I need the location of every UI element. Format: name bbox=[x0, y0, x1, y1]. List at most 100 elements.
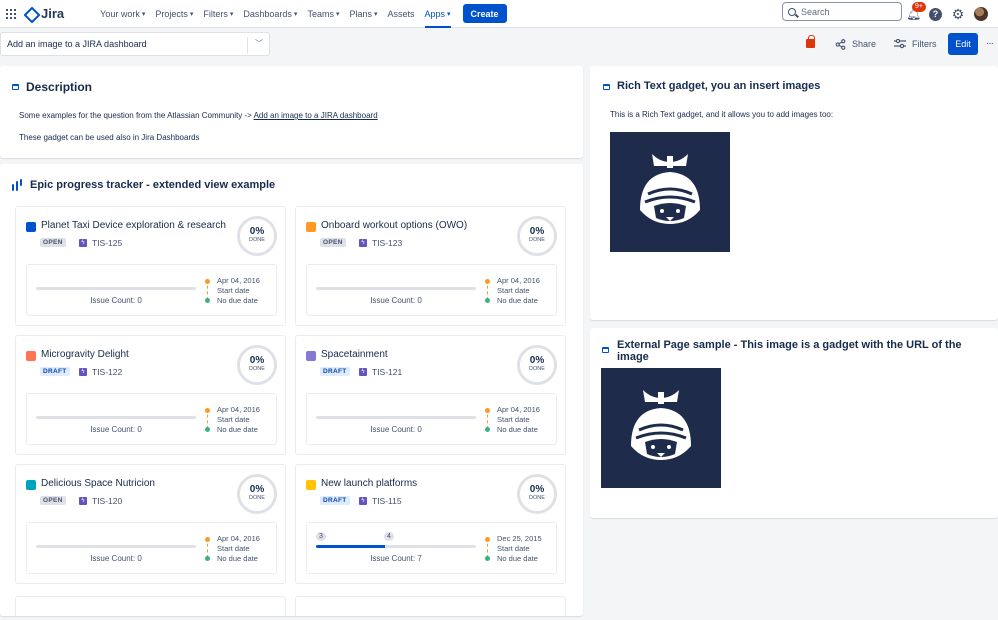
gadget-title: Rich Text gadget, you an insert images bbox=[617, 80, 821, 92]
nav-teams[interactable]: Teams ▾ bbox=[307, 0, 339, 28]
issue-count: Issue Count: 0 bbox=[90, 296, 142, 305]
progress-bar bbox=[36, 545, 196, 548]
nav-assets[interactable]: Assets bbox=[388, 0, 415, 28]
issue-count: Issue Count: 0 bbox=[90, 425, 142, 434]
epic-name[interactable]: Onboard workout options (OWO) bbox=[321, 220, 467, 231]
ticket-key[interactable]: TIS-125 bbox=[92, 238, 122, 248]
logo-text: Jira bbox=[41, 6, 65, 21]
epic-details: 3 4 Issue Count: 7 Dec 25, 2015 Start date No… bbox=[306, 522, 557, 574]
filters-label: Filters bbox=[912, 39, 937, 49]
epic-name[interactable]: Delicious Space Nutricion bbox=[41, 478, 155, 489]
start-dot bbox=[205, 408, 210, 413]
filters-button[interactable]: Filters bbox=[888, 33, 944, 55]
share-icon bbox=[835, 38, 846, 50]
status-badge: DRAFT bbox=[320, 367, 350, 376]
dashboard-name: Add an image to a JIRA dashboard bbox=[7, 39, 147, 49]
nav-projects[interactable]: Projects ▾ bbox=[155, 0, 193, 28]
status-badge: OPEN bbox=[40, 496, 66, 505]
epic-card[interactable]: New launch platforms DRAFT ϟ TIS-115 0% DONE 3… bbox=[295, 464, 566, 584]
start-dot bbox=[205, 279, 210, 284]
external-page-gadget: External Page sample - This image is a g… bbox=[590, 328, 998, 518]
progress-ring: 0% DONE bbox=[237, 345, 277, 385]
epic-card[interactable]: Microgravity Delight DRAFT ϟ TIS-122 0% DONE I… bbox=[15, 335, 286, 455]
community-link[interactable]: Add an image to a JIRA dashboard bbox=[254, 111, 378, 120]
start-date-value: Apr 04, 2016 bbox=[497, 276, 540, 285]
epic-color-swatch bbox=[306, 222, 316, 232]
dashboard-selector[interactable]: Add an image to a JIRA dashboard ﹀ bbox=[0, 32, 270, 56]
nav-dashboards[interactable]: Dashboards ▾ bbox=[243, 0, 297, 28]
status-badge: DRAFT bbox=[320, 496, 350, 505]
epic-card[interactable]: Spacetainment DRAFT ϟ TIS-121 0% DONE Issue Co… bbox=[295, 335, 566, 455]
progress-fill bbox=[316, 545, 385, 548]
epic-card[interactable]: Onboard workout options (OWO) OPEN ϟ TIS-12… bbox=[295, 206, 566, 326]
help-icon[interactable]: ? bbox=[929, 7, 942, 21]
create-button[interactable]: Create bbox=[462, 4, 507, 23]
status-badge: OPEN bbox=[40, 238, 66, 247]
ticket-key[interactable]: TIS-121 bbox=[372, 367, 402, 377]
percent-done: 0% bbox=[529, 355, 545, 366]
gear-icon[interactable]: ⚙︎ bbox=[951, 7, 965, 21]
chevron-down-icon: ﹀ bbox=[255, 39, 263, 48]
divider bbox=[247, 37, 248, 53]
share-button[interactable]: Share bbox=[829, 33, 884, 55]
epic-name[interactable]: Spacetainment bbox=[321, 349, 388, 360]
epic-icon: ϟ bbox=[359, 497, 367, 505]
ticket-key[interactable]: TIS-115 bbox=[372, 496, 402, 506]
nav-filters[interactable]: Filters ▾ bbox=[203, 0, 233, 28]
done-label: DONE bbox=[529, 366, 545, 372]
start-date-value: Apr 04, 2016 bbox=[497, 405, 540, 414]
start-date-label: Start date bbox=[217, 286, 250, 295]
progress-bar bbox=[316, 416, 476, 419]
start-date-value: Apr 04, 2016 bbox=[217, 534, 260, 543]
notification-badge: 9+ bbox=[912, 2, 926, 12]
due-dot bbox=[485, 556, 490, 561]
due-dot bbox=[485, 298, 490, 303]
samurai-image bbox=[610, 132, 730, 252]
progress-bar bbox=[316, 545, 476, 548]
search-placeholder: Search bbox=[801, 6, 830, 17]
chevron-down-icon: ▾ bbox=[141, 10, 146, 18]
apps-grid-icon[interactable] bbox=[6, 8, 16, 19]
epic-icon: ϟ bbox=[359, 368, 367, 376]
epic-name[interactable]: Planet Taxi Device exploration & researc… bbox=[41, 220, 226, 231]
epic-card[interactable]: Planet Taxi Device exploration & researc… bbox=[15, 206, 286, 326]
epic-color-swatch bbox=[26, 351, 36, 361]
jira-logo-icon bbox=[24, 8, 36, 20]
description-line-1: Some examples for the question from the … bbox=[19, 111, 378, 120]
epic-details: Issue Count: 0 Apr 04, 2016 Start date No d… bbox=[26, 522, 277, 574]
more-icon[interactable]: ··· bbox=[986, 38, 994, 49]
done-label: DONE bbox=[249, 495, 265, 501]
gadget-icon bbox=[12, 84, 19, 90]
nav-apps[interactable]: Apps ▾ bbox=[424, 0, 451, 28]
epic-name[interactable]: Microgravity Delight bbox=[41, 349, 129, 360]
search-icon bbox=[788, 7, 796, 16]
ticket-key[interactable]: TIS-120 bbox=[92, 496, 122, 506]
nav-your-work[interactable]: Your work ▾ bbox=[100, 0, 145, 28]
segment-count: 4 bbox=[384, 532, 394, 541]
chevron-down-icon: ▾ bbox=[373, 10, 378, 18]
epic-card[interactable]: Delicious Space Nutricion OPEN ϟ TIS-120 0% D… bbox=[15, 464, 286, 584]
bell-icon[interactable]: 🔔︎ 9+ bbox=[906, 2, 926, 21]
nav-label: Projects bbox=[155, 8, 188, 19]
ticket-key[interactable]: TIS-123 bbox=[372, 238, 402, 248]
nav-plans[interactable]: Plans ▾ bbox=[349, 0, 377, 28]
epic-color-swatch bbox=[306, 351, 316, 361]
epic-icon: ϟ bbox=[359, 239, 367, 247]
epic-name[interactable]: New launch platforms bbox=[321, 478, 417, 489]
lock-icon[interactable] bbox=[806, 35, 815, 48]
jira-logo[interactable]: Jira bbox=[24, 6, 64, 21]
epic-details: Issue Count: 0 Apr 04, 2016 Start date No d… bbox=[26, 393, 277, 445]
percent-done: 0% bbox=[249, 484, 265, 495]
edit-button[interactable]: Edit bbox=[948, 33, 978, 55]
search-input[interactable]: Search bbox=[782, 2, 902, 21]
rich-text-body: This is a Rich Text gadget, and it allow… bbox=[610, 110, 834, 119]
nav-label: Plans bbox=[349, 8, 372, 19]
gadget-title: Epic progress tracker - extended view ex… bbox=[30, 179, 276, 191]
nav-label: Apps bbox=[424, 8, 446, 19]
progress-ring: 0% DONE bbox=[517, 216, 557, 256]
ticket-key[interactable]: TIS-122 bbox=[92, 367, 122, 377]
nav-label: Assets bbox=[387, 8, 415, 19]
avatar[interactable] bbox=[974, 7, 988, 21]
nav-label: Your work bbox=[100, 8, 140, 19]
top-icons: 🔔︎ 9+ ? ⚙︎ bbox=[906, 0, 988, 28]
